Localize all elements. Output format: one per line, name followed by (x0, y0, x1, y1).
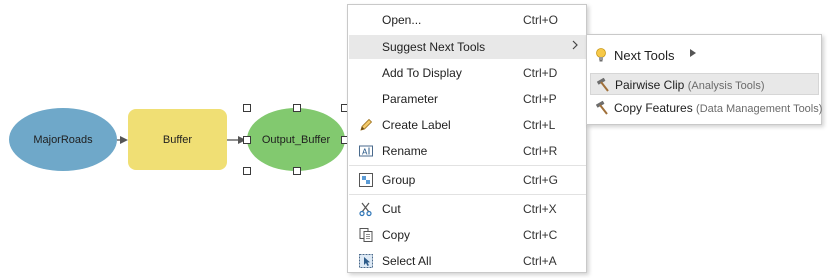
chevron-right-icon (571, 39, 579, 54)
menu-item-label: Suggest Next Tools (382, 40, 486, 54)
svg-text:A: A (362, 148, 368, 157)
selection-handle-ml[interactable] (243, 136, 251, 144)
group-icon (358, 172, 374, 188)
scissors-icon (358, 201, 374, 217)
tool-name: Pairwise Clip (615, 78, 685, 92)
tool-name: Copy Features (614, 101, 693, 115)
hammer-icon (594, 100, 610, 116)
selection-handle-bc[interactable] (293, 167, 301, 175)
menu-item-shortcut: Ctrl+R (523, 144, 558, 158)
submenu-item-pairwise-clip[interactable]: Pairwise Clip (Analysis Tools) (590, 73, 819, 95)
menu-item-add-to-display[interactable]: Add To Display Ctrl+D (349, 61, 586, 85)
menu-item-label: Select All (382, 254, 432, 268)
submenu-item-label: Copy Features (Data Management Tools) (614, 101, 822, 115)
menu-item-shortcut: Ctrl+O (523, 13, 559, 27)
major-roads-node[interactable]: MajorRoads (9, 108, 117, 171)
submenu-item-copy-features[interactable]: Copy Features (Data Management Tools) (590, 97, 822, 119)
menu-item-label: Add To Display (382, 66, 462, 80)
lightbulb-icon (594, 47, 608, 63)
select-all-icon (358, 253, 374, 269)
hammer-icon (595, 77, 611, 93)
menu-item-group[interactable]: Group Ctrl+G (349, 168, 586, 192)
menu-item-parameter[interactable]: Parameter Ctrl+P (349, 87, 586, 111)
submenu-item-label: Pairwise Clip (Analysis Tools) (615, 78, 765, 92)
menu-item-label: Group (382, 173, 416, 187)
menu-separator (349, 194, 586, 195)
menu-item-shortcut: Ctrl+L (523, 118, 556, 132)
menu-item-create-label[interactable]: Create Label Ctrl+L (349, 113, 586, 137)
menu-item-label: Cut (382, 202, 401, 216)
selection-handle-tl[interactable] (243, 104, 251, 112)
selection-handle-tc[interactable] (293, 104, 301, 112)
selection-handle-bl[interactable] (243, 167, 251, 175)
menu-item-suggest-next-tools[interactable]: Suggest Next Tools (349, 35, 586, 59)
buffer-label: Buffer (162, 133, 193, 146)
next-tools-submenu: Next Tools Pairwise Clip (Analysis Tools… (586, 34, 822, 125)
menu-item-copy[interactable]: Copy Ctrl+C (349, 223, 586, 247)
menu-item-label: Create Label (382, 118, 451, 132)
menu-item-shortcut: Ctrl+P (523, 92, 557, 106)
menu-item-shortcut: Ctrl+D (523, 66, 558, 80)
tool-category: (Analysis Tools) (687, 80, 765, 92)
menu-item-open[interactable]: Open... Ctrl+O (349, 8, 586, 32)
menu-item-label: Open... (382, 13, 422, 27)
menu-item-shortcut: Ctrl+C (523, 228, 558, 242)
menu-item-rename[interactable]: A Rename Ctrl+R (349, 139, 586, 163)
output-buffer-label: Output_Buffer (261, 133, 331, 146)
copy-icon (358, 227, 374, 243)
menu-item-cut[interactable]: Cut Ctrl+X (349, 197, 586, 221)
menu-item-label: Copy (382, 228, 411, 242)
pencil-icon (358, 117, 374, 133)
buffer-node[interactable]: Buffer (128, 109, 227, 170)
major-roads-label: MajorRoads (33, 133, 93, 146)
menu-item-shortcut: Ctrl+G (523, 173, 559, 187)
menu-item-label: Parameter (382, 92, 439, 106)
caret-right-icon (690, 49, 696, 59)
menu-separator (349, 165, 586, 166)
output-buffer-node[interactable]: Output_Buffer (247, 108, 345, 171)
rename-icon: A (358, 143, 374, 159)
menu-item-shortcut: Ctrl+A (523, 254, 557, 268)
menu-item-label: Rename (382, 144, 428, 158)
tool-category: (Data Management Tools) (696, 103, 823, 115)
next-tools-label: Next Tools (614, 48, 675, 63)
menu-item-shortcut: Ctrl+X (523, 202, 557, 216)
context-menu: Open... Ctrl+O Suggest Next Tools Add To… (347, 4, 587, 273)
menu-item-select-all[interactable]: Select All Ctrl+A (349, 249, 586, 273)
